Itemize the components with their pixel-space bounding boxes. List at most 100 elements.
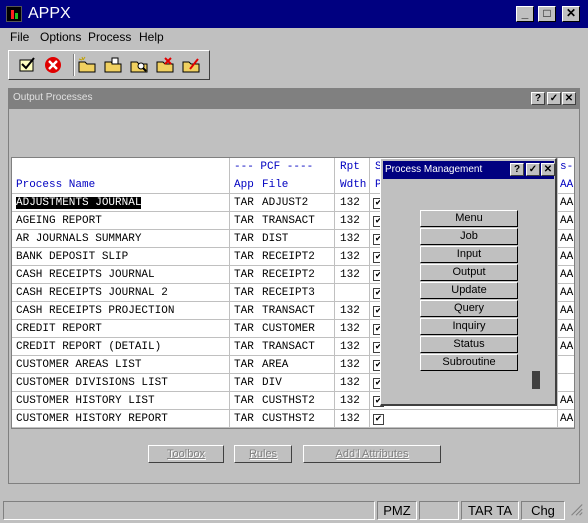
pm-input-button[interactable]: Input (420, 246, 518, 263)
width-cell: 132 (340, 341, 360, 353)
last-col-cell: AA (560, 251, 574, 263)
output-window-title-bar: Output Processes ? ✓ ✕ (9, 89, 579, 109)
last-col-cell: AA (560, 197, 574, 209)
rpt-header: Rpt (340, 161, 360, 173)
toolbox-button[interactable]: Toolbox (148, 445, 224, 463)
process-name-cell: ADJUSTMENTS JOURNAL (16, 197, 142, 209)
process-name-cell: CUSTOMER HISTORY LIST (16, 395, 155, 407)
app-cell: TAR (234, 305, 254, 317)
width-cell: 132 (340, 251, 360, 263)
status-app: TAR TA (461, 501, 519, 520)
file-cell: RECEIPT2 (262, 251, 315, 263)
width-cell: 132 (340, 233, 360, 245)
process-name-cell: CUSTOMER AREAS LIST (16, 359, 142, 371)
app-cell: TAR (234, 287, 254, 299)
delete-folder-icon[interactable] (155, 55, 175, 75)
pm-subroutine-button[interactable]: Subroutine (420, 354, 518, 371)
app-cell: TAR (234, 215, 254, 227)
pm-query-button[interactable]: Query (420, 300, 518, 317)
last-col-cell: AA (560, 305, 574, 317)
process-name-cell: CUSTOMER HISTORY REPORT (16, 413, 168, 425)
pm-update-button[interactable]: Update (420, 282, 518, 299)
open-folder-icon[interactable] (103, 55, 123, 75)
process-name-cell: AGEING REPORT (16, 215, 102, 227)
file-header: File (262, 179, 289, 191)
status-bar: PMZ TAR TA Chg (0, 498, 588, 523)
output-window-title: Output Processes (13, 92, 93, 103)
process-name-cell: AR JOURNALS SUMMARY (16, 233, 142, 245)
app-cell: TAR (234, 395, 254, 407)
file-cell: TRANSACT (262, 215, 315, 227)
menu-process[interactable]: Process (88, 30, 131, 44)
minimize-icon[interactable]: _ (516, 6, 534, 22)
close-icon[interactable]: ✕ (541, 163, 555, 176)
process-management-title: Process Management (385, 164, 483, 175)
status-pmz: PMZ (377, 501, 417, 520)
app-cell: TAR (234, 197, 254, 209)
search-folder-icon[interactable] (129, 55, 149, 75)
file-cell: TRANSACT (262, 341, 315, 353)
status-mode: Chg (521, 501, 565, 520)
file-cell: DIST (262, 233, 289, 245)
app-cell: TAR (234, 341, 254, 353)
resize-grip-icon[interactable] (567, 501, 585, 520)
app-header: App (234, 179, 254, 191)
process-name-cell: CASH RECEIPTS PROJECTION (16, 305, 175, 317)
process-name-cell: BANK DEPOSIT SLIP (16, 251, 129, 263)
accept-icon[interactable]: ✓ (526, 163, 540, 176)
width-cell: 132 (340, 323, 360, 335)
width-cell: 132 (340, 413, 360, 425)
pm-output-button[interactable]: Output (420, 264, 518, 281)
maximize-icon[interactable]: □ (538, 6, 556, 22)
toolbar-separator (73, 54, 75, 76)
last-col-cell: AA (560, 323, 574, 335)
file-cell: RECEIPT3 (262, 287, 315, 299)
close-icon[interactable]: ✕ (562, 6, 580, 22)
file-cell: AREA (262, 359, 289, 371)
pm-job-button[interactable]: Job (420, 228, 518, 245)
new-folder-icon[interactable] (77, 55, 97, 75)
print-checkbox[interactable]: ✔ (373, 414, 384, 425)
cancel-icon[interactable] (43, 55, 63, 75)
help-icon[interactable]: ? (510, 163, 524, 176)
app-cell: TAR (234, 269, 254, 281)
process-management-dialog: Process Management ? ✓ ✕ Menu Job Input Out… (380, 158, 557, 406)
close-icon[interactable]: ✕ (562, 92, 576, 105)
help-icon[interactable]: ? (531, 92, 545, 105)
last-col-cell: AA (560, 395, 574, 407)
app-cell: TAR (234, 413, 254, 425)
process-management-title-bar: Process Management ? ✓ ✕ (383, 161, 555, 179)
addl-attributes-button[interactable]: Add'l Attributes (303, 445, 441, 463)
app-cell: TAR (234, 251, 254, 263)
width-cell: 132 (340, 377, 360, 389)
pm-inquiry-button[interactable]: Inquiry (420, 318, 518, 335)
app-title-bar: APPX _ □ ✕ (0, 0, 588, 28)
pm-menu-button[interactable]: Menu (420, 210, 518, 227)
menu-options[interactable]: Options (40, 30, 81, 44)
process-name-header: Process Name (16, 179, 96, 191)
last-col-cell: AA (560, 341, 574, 353)
last-col-header-top: s- (560, 161, 574, 173)
menu-help[interactable]: Help (139, 30, 164, 44)
width-cell: 132 (340, 269, 360, 281)
app-cell: TAR (234, 233, 254, 245)
pcf-header: --- PCF ---- (234, 161, 314, 173)
file-cell: CUSTOMER (262, 323, 315, 335)
width-cell: 132 (340, 215, 360, 227)
edit-folder-icon[interactable] (181, 55, 201, 75)
file-cell: RECEIPT2 (262, 269, 315, 281)
last-col-cell: AA (560, 215, 574, 227)
process-name-cell: CASH RECEIPTS JOURNAL 2 (16, 287, 168, 299)
file-cell: CUSTHST2 (262, 395, 315, 407)
menu-bar: File Options Process Help (0, 28, 588, 46)
table-row[interactable]: CUSTOMER HISTORY REPORT TAR CUSTHST2 132 AA ✔ (12, 410, 574, 428)
app-cell: TAR (234, 359, 254, 371)
width-cell: 132 (340, 359, 360, 371)
scroll-thumb[interactable] (532, 371, 540, 389)
process-name-cell: CREDIT REPORT (DETAIL) (16, 341, 162, 353)
ok-check-icon[interactable] (17, 55, 37, 75)
rules-button[interactable]: Rules (234, 445, 292, 463)
accept-icon[interactable]: ✓ (547, 92, 561, 105)
menu-file[interactable]: File (10, 30, 29, 44)
pm-status-button[interactable]: Status (420, 336, 518, 353)
